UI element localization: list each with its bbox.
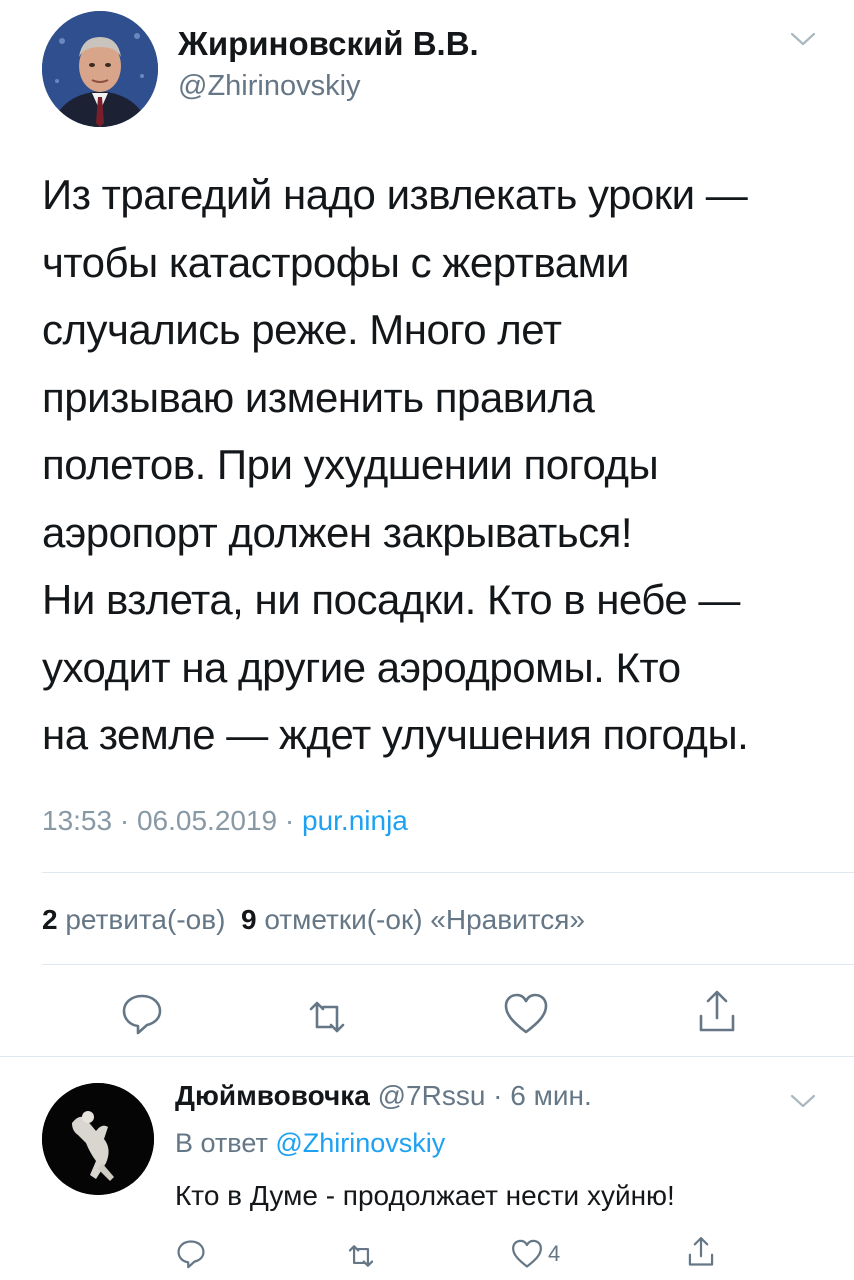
tweet-text-line: уходит на другие аэродромы. Кто	[42, 643, 681, 691]
retweet-count[interactable]: 2	[42, 904, 58, 935]
retweet-icon[interactable]	[301, 991, 353, 1043]
reply-author-avatar[interactable]	[42, 1083, 154, 1195]
reply-author-line: Дюймвовочка @7Rssu · 6 мин.	[175, 1080, 592, 1112]
reply-share-button[interactable]	[683, 1234, 719, 1270]
heart-icon	[512, 1239, 542, 1268]
tweet-text-line: Из трагедий надо извлекать уроки —	[42, 171, 748, 218]
reply-text: Кто в Думе - продолжает нести хуйню!	[175, 1180, 675, 1211]
avatar-silhouette	[42, 1083, 154, 1195]
reply-icon[interactable]	[116, 988, 168, 1040]
divider	[0, 1056, 854, 1057]
meta-separator: ·	[112, 805, 137, 836]
tweet-stats: 2 ретвита(-ов) 9 отметки(-ок) «Нравится»	[42, 904, 585, 936]
avatar-portrait	[42, 11, 158, 127]
author-display-name[interactable]: Жириновский В.В.	[178, 25, 479, 63]
in-reply-to: В ответ @Zhirinovskiy	[175, 1128, 445, 1159]
in-reply-mention[interactable]: @Zhirinovskiy	[275, 1128, 445, 1158]
reply-like-count: 4	[548, 1241, 561, 1266]
retweet-label[interactable]: ретвита(-ов)	[58, 904, 225, 935]
tweet-date: 06.05.2019	[136, 805, 278, 836]
tweet-text-line: чтобы катастрофы с жертвами	[42, 238, 629, 286]
share-icon[interactable]	[691, 986, 743, 1038]
chevron-down-icon[interactable]	[786, 1090, 820, 1112]
tweet-text-line: Ни взлета, ни посадки. Кто в небе —	[42, 576, 740, 623]
reply-reply-button[interactable]	[173, 1236, 209, 1272]
tweet-text-line: на земле — ждет улучшения погоды.	[42, 711, 749, 758]
tweet-time: 13:53	[42, 805, 113, 836]
reply-retweet-button[interactable]	[343, 1238, 379, 1274]
author-handle[interactable]: @Zhirinovskiy	[178, 70, 361, 103]
reply-age: 6 мин.	[510, 1080, 592, 1111]
tweet-text-line: аэропорт должен закрываться!	[42, 508, 633, 556]
tweet-text-line: случались реже. Много лет	[42, 306, 562, 353]
tweet-text-line: призываю изменить правила	[42, 373, 595, 421]
tweet-text: Из трагедий надо извлекать уроки — чтобы…	[42, 161, 832, 769]
retweet-icon	[348, 1245, 374, 1267]
reply-like-button[interactable]: 4	[509, 1236, 560, 1272]
divider	[42, 964, 854, 965]
heart-icon[interactable]	[500, 988, 552, 1040]
tweet-source-link[interactable]: pur.ninja	[302, 805, 408, 836]
in-reply-prefix: В ответ	[175, 1128, 276, 1158]
tweet-header: Жириновский В.В. @Zhirinovskiy	[0, 0, 854, 150]
chevron-down-icon[interactable]	[786, 28, 820, 50]
divider	[42, 872, 854, 873]
meta-separator: ·	[277, 805, 302, 836]
reply-author-name[interactable]: Дюймвовочка	[175, 1080, 370, 1111]
author-avatar[interactable]	[42, 11, 158, 127]
meta-separator: ·	[485, 1080, 511, 1111]
like-label[interactable]: отметки(-ок) «Нравится»	[257, 904, 585, 935]
reply-author-handle[interactable]: @7Rssu	[370, 1080, 486, 1111]
tweet-text-line: полетов. При ухудшении погоды	[42, 441, 659, 488]
share-icon	[688, 1237, 714, 1266]
tweet-meta: 13:53 · 06.05.2019 · pur.ninja	[42, 805, 408, 837]
like-count[interactable]: 9	[241, 904, 257, 935]
reply-icon	[177, 1240, 205, 1269]
